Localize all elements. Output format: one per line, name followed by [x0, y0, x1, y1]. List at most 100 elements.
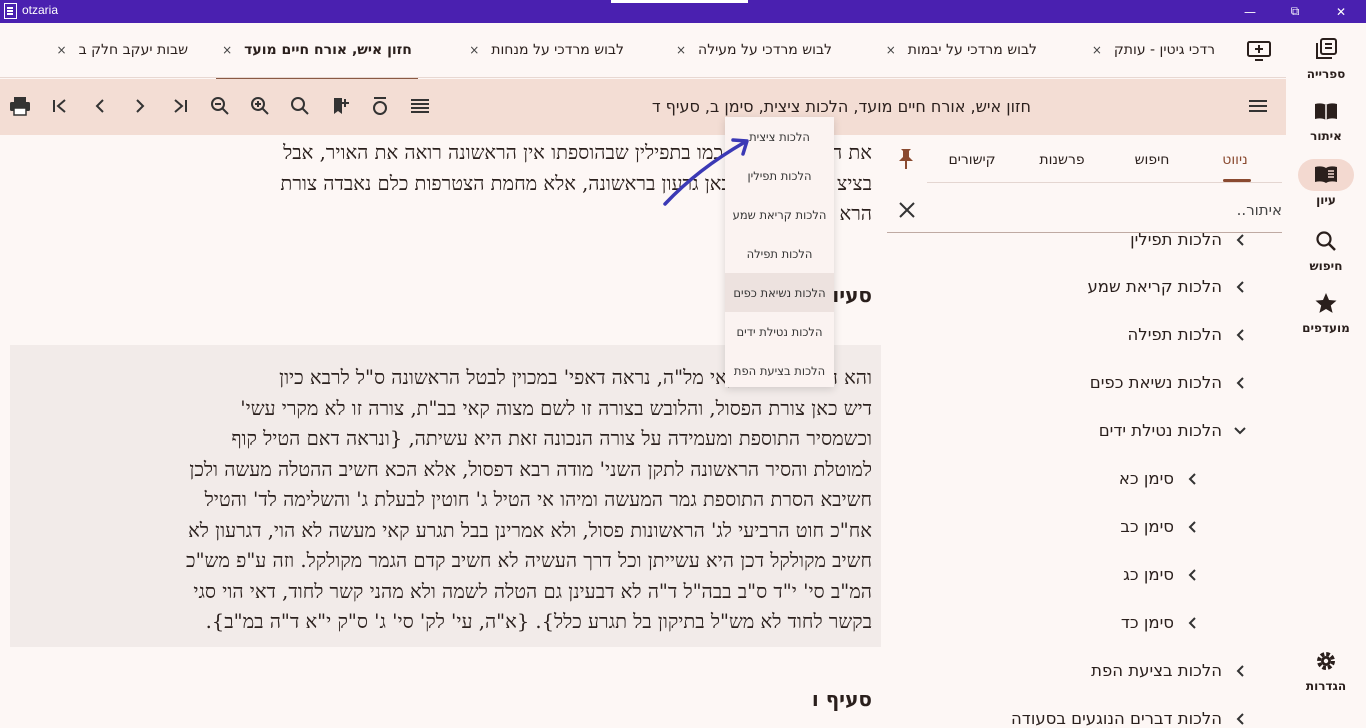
tree-label: הלכות נטילת ידים [1098, 421, 1222, 440]
chevron-left-icon [1230, 327, 1250, 343]
tree-label: הלכות בציעת הפת [1091, 661, 1222, 680]
tree-label: סימן כד [1120, 613, 1174, 632]
next-icon[interactable] [128, 94, 152, 118]
text-line: בקשר לחוד לא מש"ל בתיקון בל תגרע כלל}. {… [205, 610, 872, 633]
popup-item-nesiat-kapayim[interactable]: הלכות נשיאת כפים [725, 273, 834, 312]
chevron-left-icon [1182, 519, 1202, 535]
chevron-left-icon [1230, 232, 1250, 248]
close-window-button[interactable]: ✕ [1318, 0, 1364, 23]
filter-placeholder: איתור.. [1236, 201, 1282, 219]
add-bookmark-icon[interactable] [328, 94, 352, 118]
tab-navigation[interactable]: ניווט [1210, 152, 1260, 168]
book-open-icon [1298, 95, 1354, 127]
tab-close-icon[interactable]: × [469, 43, 479, 57]
tree-label: הלכות תפילה [1127, 325, 1222, 344]
title-bar: otzaria — ⧉ ✕ [0, 0, 1366, 23]
pin-icon[interactable] [897, 148, 915, 170]
rail-label: חיפוש [1309, 259, 1343, 273]
search-icon[interactable] [288, 94, 312, 118]
rail-search[interactable]: חיפוש [1286, 225, 1366, 273]
tree-label: הלכות נשיאת כפים [1089, 373, 1222, 392]
rail-label: איתור [1310, 129, 1342, 143]
tab-label: חזון איש, אורח חיים מועד [244, 42, 412, 58]
zoom-in-icon[interactable] [248, 94, 272, 118]
tree-item-netilat-yadayim[interactable]: הלכות נטילת ידים [1099, 421, 1250, 440]
chevron-left-icon [1230, 375, 1250, 391]
rail-locate[interactable]: איתור [1286, 95, 1366, 143]
tree-item-siman-24[interactable]: סימן כד [1121, 613, 1202, 632]
tree-item-siman-22[interactable]: סימן כב [1120, 517, 1202, 536]
reader-toolbar: חזון איש, אורח חיים מועד, הלכות ציצית, ס… [0, 79, 1286, 135]
text-line: וכשמסיר התוספת ומעמידה על צורה הנכונה זא… [231, 427, 872, 450]
tab-label: לבוש מרדכי על מנחות [491, 42, 624, 58]
tree-item-betziat-hapat[interactable]: הלכות בציעת הפת [1091, 661, 1250, 680]
vowels-toggle-icon[interactable] [368, 94, 392, 118]
rail-label: ספרייה [1306, 67, 1346, 81]
tree-label: סימן כג [1123, 565, 1174, 584]
tree-label: הלכות קריאת שמע [1087, 277, 1222, 296]
tab-meila[interactable]: לבוש מרדכי על מעילה × [669, 23, 832, 77]
rail-favorites[interactable]: מועדפים [1286, 287, 1366, 335]
tab-chazon-ish[interactable]: חזון איש, אורח חיים מועד × [216, 23, 418, 79]
section-heading-next: סעיף ו [811, 687, 872, 711]
tree-item-tefillin[interactable]: הלכות תפילין [1130, 230, 1250, 249]
tab-bar: רדכי גיטין - עותק × לבוש מרדכי על יבמות … [0, 23, 1286, 79]
tab-yevamot[interactable]: לבוש מרדכי על יבמות × [877, 23, 1037, 77]
maximize-button[interactable]: ⧉ [1272, 0, 1318, 23]
minimize-button[interactable]: — [1227, 0, 1273, 23]
reading-icon [1298, 159, 1354, 191]
star-icon [1298, 287, 1354, 319]
tree-item-siman-23[interactable]: סימן כג [1123, 565, 1202, 584]
zoom-out-icon[interactable] [208, 94, 232, 118]
tab-divider [0, 77, 1286, 78]
chevron-left-icon [1230, 711, 1250, 727]
chevron-left-icon [1230, 663, 1250, 679]
rail-study[interactable]: עיון [1286, 159, 1366, 207]
tab-close-icon[interactable]: × [1092, 43, 1102, 57]
chevron-left-icon [1230, 279, 1250, 295]
text-format-icon[interactable] [408, 94, 432, 118]
tab-commentary[interactable]: פרשנות [1032, 152, 1092, 168]
tree-item-kriat-shema[interactable]: הלכות קריאת שמע [1087, 277, 1250, 296]
rail-library[interactable]: ספרייה [1286, 33, 1366, 81]
popup-item-netilat-yadayim[interactable]: הלכות נטילת ידים [725, 312, 834, 351]
rail-label: עיון [1316, 193, 1336, 207]
gear-icon [1298, 645, 1354, 677]
drag-indicator [611, 0, 748, 3]
tab-close-icon[interactable]: × [222, 43, 232, 57]
popup-item-tefila[interactable]: הלכות תפילה [725, 234, 834, 273]
rail-label: מועדפים [1302, 321, 1350, 335]
menu-icon[interactable] [1246, 94, 1270, 118]
tab-search[interactable]: חיפוש [1127, 152, 1177, 168]
tree-item-siman-21[interactable]: סימן כא [1119, 469, 1202, 488]
tree-item-nesiat-kapayim[interactable]: הלכות נשיאת כפים [1090, 373, 1250, 392]
chevron-down-icon [1230, 423, 1250, 439]
chevron-left-icon [1182, 567, 1202, 583]
rail-settings[interactable]: הגדרות [1286, 645, 1366, 693]
previous-icon[interactable] [88, 94, 112, 118]
last-page-icon[interactable] [168, 94, 192, 118]
filter-field[interactable]: איתור.. [887, 190, 1282, 233]
tab-close-icon[interactable]: × [57, 43, 67, 57]
tab-links[interactable]: קישורים [937, 152, 1007, 168]
section-heading: סעיו [832, 283, 872, 307]
tab-close-icon[interactable]: × [676, 43, 686, 57]
annotation-arrow [663, 138, 749, 206]
tab-close-icon[interactable]: × [886, 43, 896, 57]
tab-shvut-yaakov[interactable]: שבות יעקב חלק ב × [46, 23, 189, 77]
tab-menachot[interactable]: לבוש מרדכי על מנחות × [456, 23, 624, 77]
tab-gittin[interactable]: רדכי גיטין - עותק × [1083, 23, 1215, 77]
print-icon[interactable] [8, 94, 32, 118]
breadcrumb: חזון איש, אורח חיים מועד, הלכות ציצית, ס… [651, 97, 1031, 116]
tree-item-tefila[interactable]: הלכות תפילה [1128, 325, 1250, 344]
add-tab-icon[interactable] [1246, 40, 1272, 62]
search-icon [1298, 225, 1354, 257]
tree-label: הלכות תפילין [1130, 230, 1222, 249]
first-page-icon[interactable] [48, 94, 72, 118]
text-line: חשיבא הסרת התוספת גמר המעשה ומיהו אי הטי… [204, 488, 872, 511]
popup-item-betziat-hapat[interactable]: הלכות בציעת הפת [725, 351, 834, 390]
app-icon [4, 3, 17, 19]
text-line: אח"כ חוט הרביעי לג' הראשונות פסול, ולא א… [188, 518, 872, 542]
tree-item-seuda[interactable]: הלכות דברים הנוגעים בסעודה [1011, 709, 1250, 728]
clear-icon[interactable] [897, 200, 917, 220]
